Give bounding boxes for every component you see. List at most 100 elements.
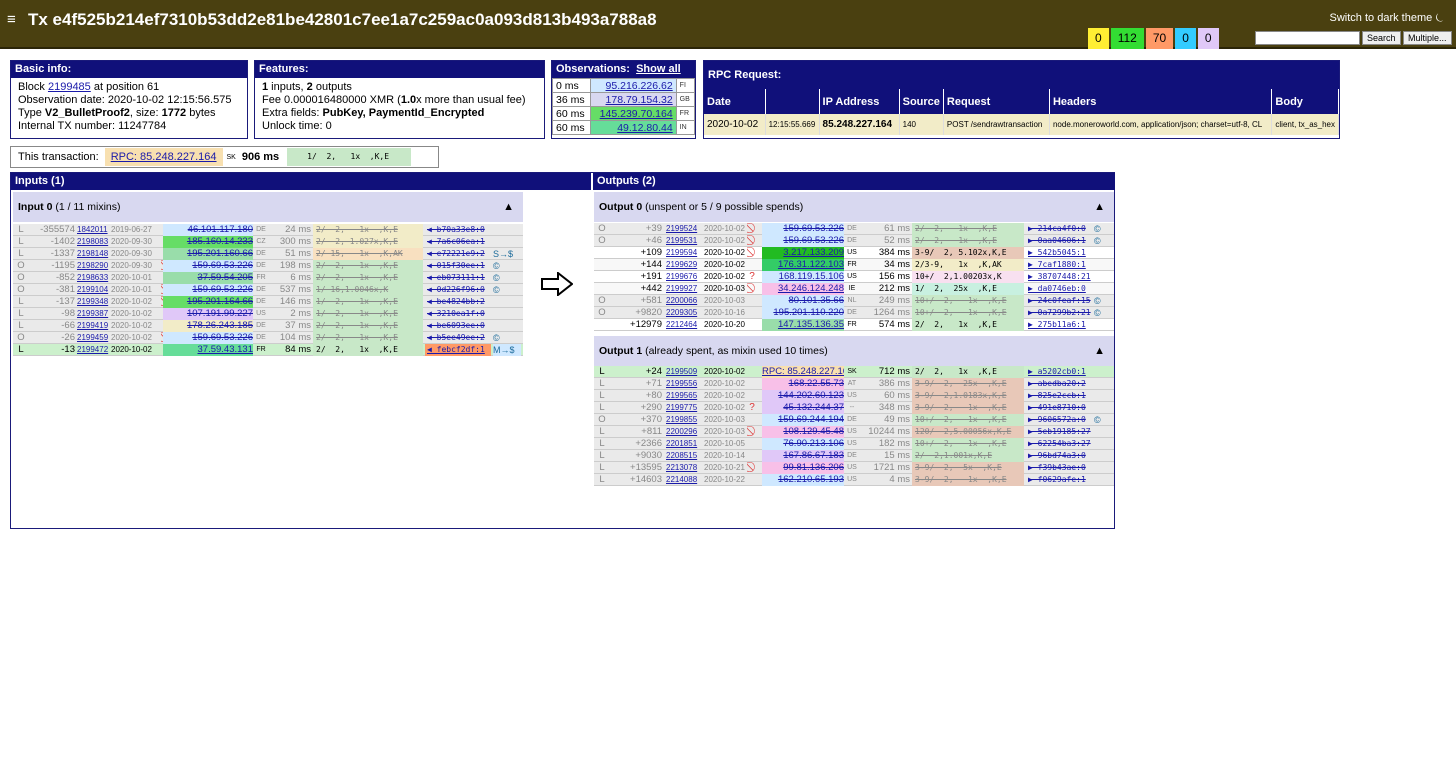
block-link[interactable]: 2199676	[666, 271, 703, 283]
block-link[interactable]: 2201851	[666, 438, 703, 450]
block-link[interactable]: 2199556	[666, 378, 703, 390]
block-link[interactable]: 2199531	[666, 235, 703, 247]
ip-link[interactable]: 108.129.45.48	[762, 426, 844, 438]
ip-link[interactable]: 76.90.213.106	[762, 438, 844, 450]
block-link[interactable]: 2199629	[666, 259, 703, 271]
tx-hash-link[interactable]: ▶ 275b11a6:1	[1026, 319, 1092, 331]
tx-hash-link[interactable]: ▶ 96bd74a3:0	[1026, 450, 1092, 462]
ip-link[interactable]: 195.201.160.66	[163, 248, 253, 260]
ip-link[interactable]: 168.119.15.106	[762, 271, 844, 283]
multiple-button[interactable]: Multiple...	[1403, 31, 1452, 45]
tx-hash-link[interactable]: ◀ be6093ee:0	[425, 320, 491, 332]
menu-icon[interactable]: ≡	[7, 12, 16, 28]
tx-hash-link[interactable]: ▶ a5202cb0:1	[1026, 366, 1092, 378]
tx-hash-link[interactable]: ◀ 7a6c06ea:1	[425, 236, 491, 248]
tx-hash-link[interactable]: ◀ febcf2df:1	[425, 344, 491, 356]
ip-link[interactable]: 45.132.244.37	[762, 402, 844, 414]
ip-link[interactable]: 168.22.55.73	[762, 378, 844, 390]
tx-hash-link[interactable]: ▶ 7caf1880:1	[1026, 259, 1092, 271]
obs-ip-link[interactable]: 95.216.226.62	[606, 80, 673, 92]
count-badge-blue[interactable]: 0	[1175, 28, 1196, 49]
block-link[interactable]: 2199565	[666, 390, 703, 402]
block-link[interactable]: 1842011	[77, 224, 111, 236]
tx-hash-link[interactable]: ◀ e72221e9:2	[425, 248, 491, 260]
ip-link[interactable]: 167.86.67.183	[762, 450, 844, 462]
block-link[interactable]: 2208515	[666, 450, 703, 462]
block-link[interactable]: 2199387	[77, 308, 111, 320]
tx-hash-link[interactable]: ◀ 0d226f96:0	[425, 284, 491, 296]
ip-link[interactable]: 159.69.53.226	[762, 223, 844, 235]
block-link[interactable]: 2199855	[666, 414, 703, 426]
tx-hash-link[interactable]: ▶ 38707448:21	[1026, 271, 1092, 283]
search-input[interactable]	[1255, 31, 1360, 45]
tx-hash-link[interactable]: ▶ 24c0feaf:15	[1026, 295, 1092, 307]
ip-link[interactable]: 34.246.124.248	[762, 283, 844, 295]
ip-link[interactable]: 37.59.54.205	[163, 272, 253, 284]
obs-ip-link[interactable]: 178.79.154.32	[606, 94, 673, 106]
ip-link[interactable]: 3.217.133.209	[762, 247, 844, 259]
block-link[interactable]: 2199775	[666, 402, 703, 414]
block-link[interactable]: 2200296	[666, 426, 703, 438]
search-button[interactable]: Search	[1362, 31, 1401, 45]
ip-link[interactable]: 46.101.117.180	[163, 224, 253, 236]
block-link[interactable]: 2198290	[77, 260, 111, 272]
block-link[interactable]: 2198083	[77, 236, 111, 248]
ip-link[interactable]: 195.201.164.66	[163, 296, 253, 308]
collapse-triangle-icon[interactable]: ▲	[1094, 192, 1105, 222]
tx-hash-link[interactable]: ◀ b5ee49ee:2	[425, 332, 491, 344]
ip-link[interactable]: 159.69.53.226	[163, 260, 253, 272]
ip-link[interactable]: 144.202.60.123	[762, 390, 844, 402]
this-tx-rpc-link[interactable]: RPC: 85.248.227.164	[104, 148, 223, 166]
switch-theme-link[interactable]: Switch to dark theme ⏾	[1330, 12, 1444, 25]
block-link[interactable]: 2199927	[666, 283, 703, 295]
block-link[interactable]: 2198633	[77, 272, 111, 284]
block-link[interactable]: 2199348	[77, 296, 111, 308]
show-all-link[interactable]: Show all	[636, 63, 681, 75]
block-link[interactable]: 2199419	[77, 320, 111, 332]
tx-hash-link[interactable]: ◀ b70a33e8:0	[425, 224, 491, 236]
tx-hash-link[interactable]: ▶ abedba20:2	[1026, 378, 1092, 390]
count-badge-yellow[interactable]: 0	[1088, 28, 1109, 49]
tx-hash-link[interactable]: ◀ 015f30ee:1	[425, 260, 491, 272]
obs-ip-link[interactable]: 145.239.70.164	[600, 108, 673, 120]
ip-link[interactable]: 159.69.244.194	[762, 414, 844, 426]
ip-link[interactable]: 99.81.136.206	[762, 462, 844, 474]
tx-hash-link[interactable]: ◀ eb073111:1	[425, 272, 491, 284]
count-badge-purple[interactable]: 0	[1197, 28, 1219, 49]
tx-hash-link[interactable]: ◀ 3210ea1f:0	[425, 308, 491, 320]
block-link[interactable]: 2213078	[666, 462, 703, 474]
block-link[interactable]: 2212464	[666, 319, 703, 331]
collapse-triangle-icon[interactable]: ▲	[503, 192, 514, 222]
ip-link[interactable]: 37.59.43.131	[163, 344, 253, 356]
block-link[interactable]: 2214088	[666, 474, 703, 486]
ip-link[interactable]: 80.101.35.66	[762, 295, 844, 307]
tx-hash-link[interactable]: ▶ 542b5045:1	[1026, 247, 1092, 259]
tx-hash-link[interactable]: ▶ 9606572a:0	[1026, 414, 1092, 426]
tx-hash-link[interactable]: ▶ 62254ba3:27	[1026, 438, 1092, 450]
tx-hash-link[interactable]: ◀ be4824bb:2	[425, 296, 491, 308]
ip-link[interactable]: 147.135.136.35	[762, 319, 844, 331]
ip-link[interactable]: 159.69.53.226	[163, 332, 253, 344]
ip-link[interactable]: 107.191.99.227	[163, 308, 253, 320]
tx-hash-link[interactable]: ▶ f0629afe:1	[1026, 474, 1092, 486]
ip-link[interactable]: 162.210.65.193	[762, 474, 844, 486]
tx-hash-link[interactable]: ▶ 0a7299b2:21	[1026, 307, 1092, 319]
block-link[interactable]: 2199509	[666, 366, 703, 378]
block-link[interactable]: 2199485	[48, 81, 91, 93]
block-link[interactable]: 2199524	[666, 223, 703, 235]
count-badge-orange[interactable]: 70	[1145, 28, 1174, 49]
tx-hash-link[interactable]: ▶ 491e8710:0	[1026, 402, 1092, 414]
block-link[interactable]: 2199594	[666, 247, 703, 259]
tx-hash-link[interactable]: ▶ 214ca4f0:0	[1026, 223, 1092, 235]
ip-link[interactable]: 159.69.53.226	[762, 235, 844, 247]
ip-link[interactable]: RPC: 85.248.227.164	[762, 366, 844, 378]
block-link[interactable]: 2209305	[666, 307, 703, 319]
tx-hash-link[interactable]: ▶ 5eb19185:27	[1026, 426, 1092, 438]
block-link[interactable]: 2200066	[666, 295, 703, 307]
ip-link[interactable]: 176.31.122.103	[762, 259, 844, 271]
count-badge-green[interactable]: 112	[1110, 28, 1144, 49]
collapse-triangle-icon[interactable]: ▲	[1094, 336, 1105, 366]
tx-hash-link[interactable]: ▶ da0746eb:0	[1026, 283, 1092, 295]
ip-link[interactable]: 195.201.110.220	[762, 307, 844, 319]
block-link[interactable]: 2199459	[77, 332, 111, 344]
